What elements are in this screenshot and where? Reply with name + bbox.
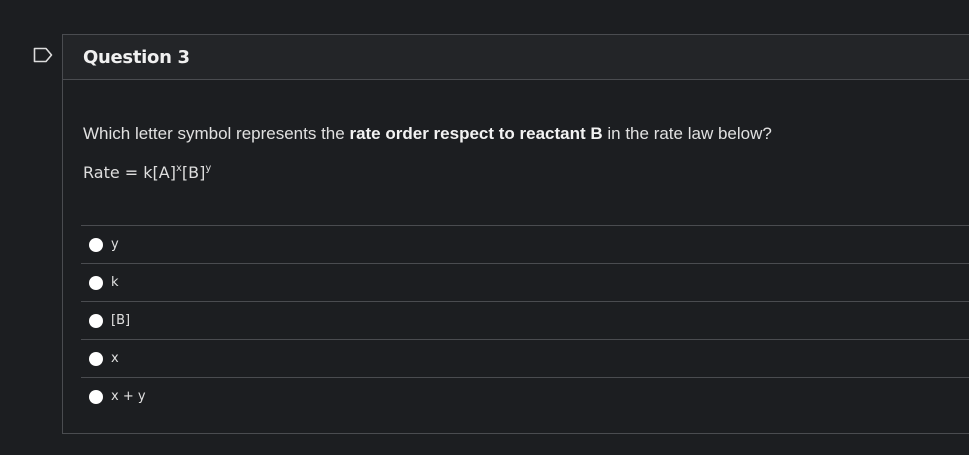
answer-label: y [111,237,119,252]
answer-label: x + y [111,389,146,404]
flag-icon[interactable] [33,47,53,63]
question-header: Question 3 [63,35,969,80]
radio-button[interactable] [89,351,103,366]
answer-option[interactable]: [B] [81,301,969,339]
radio-button[interactable] [89,313,103,328]
answer-label: [B] [111,313,131,328]
answer-option[interactable]: x + y [81,377,969,415]
prompt-text-bold: rate order respect to reactant B [349,124,603,143]
radio-button[interactable] [89,275,103,290]
answer-label: x [111,351,119,366]
prompt-text-after: in the rate law below? [602,124,772,143]
answer-option[interactable]: y [81,225,969,263]
answer-option[interactable]: k [81,263,969,301]
prompt-text-before: Which letter symbol represents the [83,124,350,143]
answer-list: y k [B] x x + y [81,225,969,415]
answer-label: k [111,275,119,290]
answer-option[interactable]: x [81,339,969,377]
question-prompt: Which letter symbol represents the rate … [83,124,772,144]
equation-exponent-b: y [205,163,212,174]
equation-prefix: Rate = k[A] [83,163,176,182]
question-card: Question 3 Which letter symbol represent… [62,34,969,434]
question-title: Question 3 [83,46,190,68]
rate-law-equation: Rate = k[A]x[B]y [83,163,211,182]
equation-middle: [B] [181,163,206,182]
radio-button[interactable] [89,237,103,252]
radio-button[interactable] [89,389,103,404]
